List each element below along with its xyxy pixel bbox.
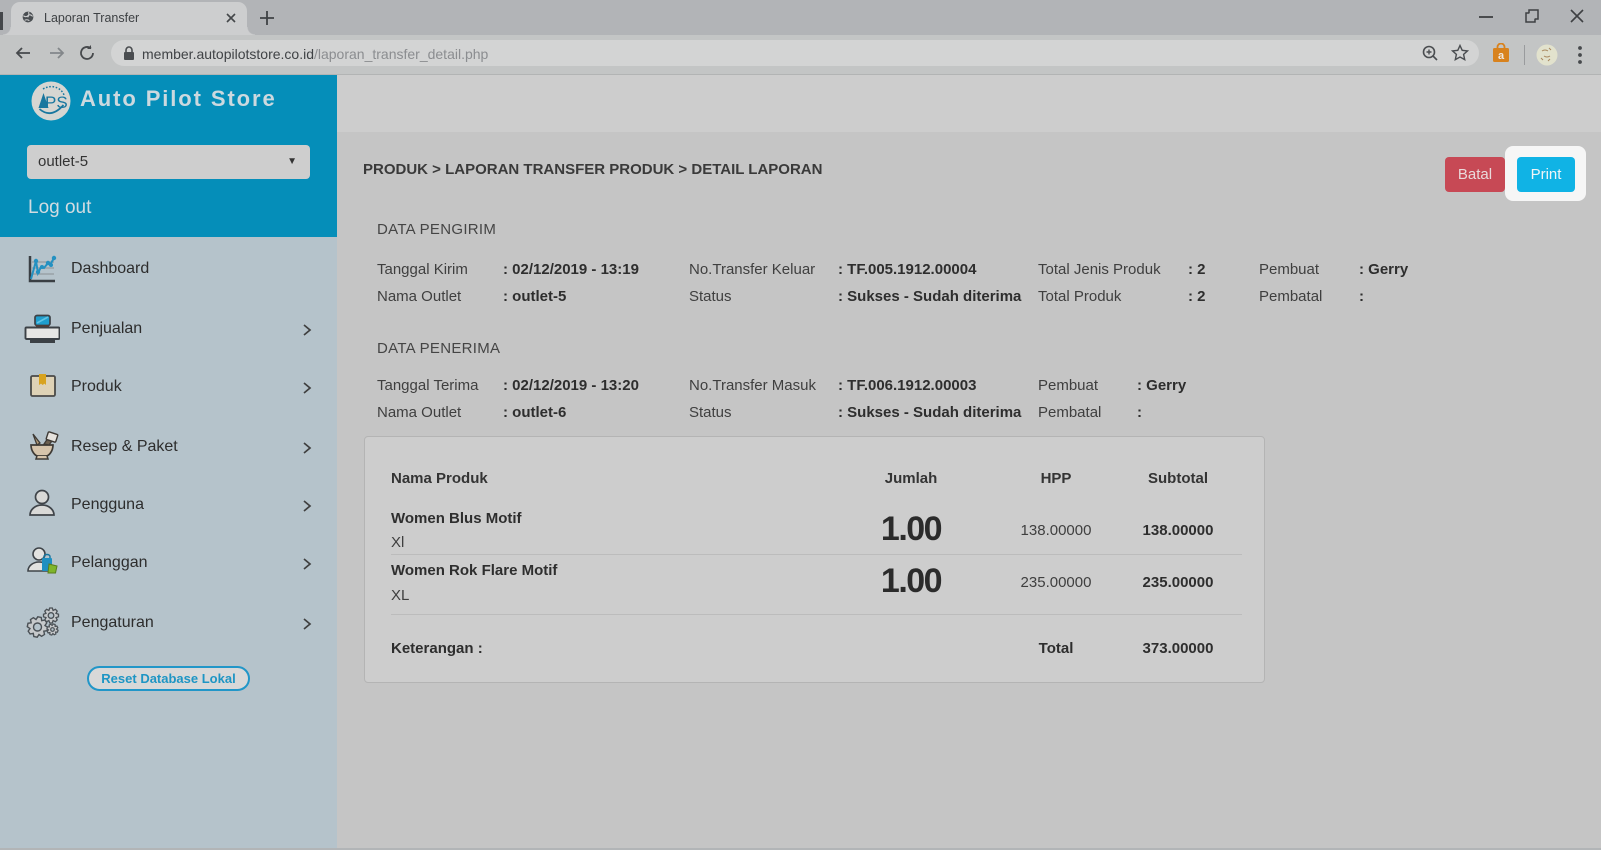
svg-text:PS: PS (45, 93, 68, 112)
svg-text:a: a (1498, 50, 1505, 62)
